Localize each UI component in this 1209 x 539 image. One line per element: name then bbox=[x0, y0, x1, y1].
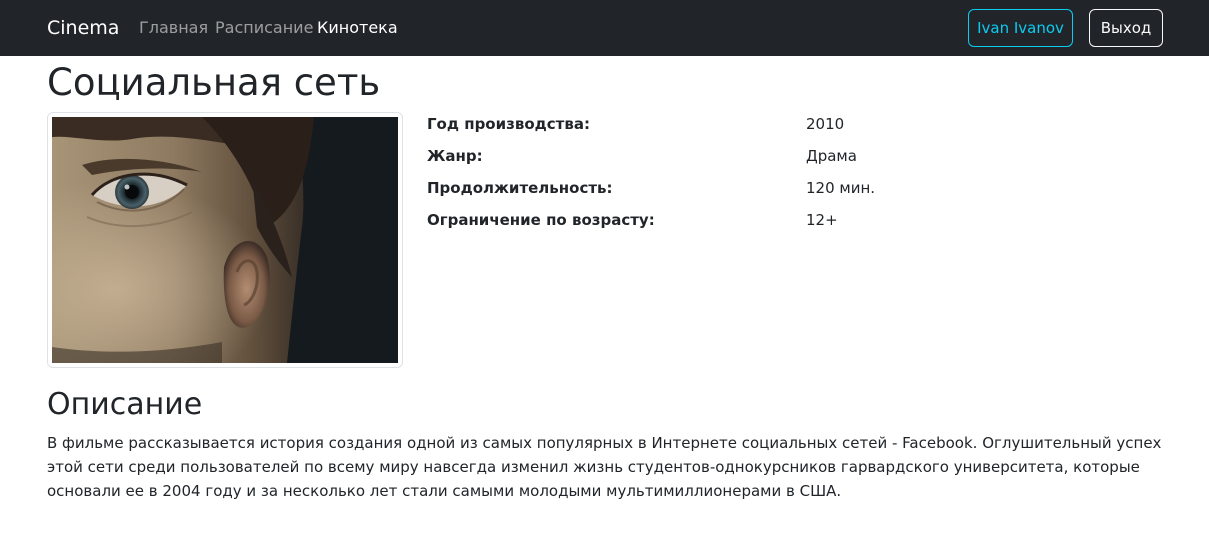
age-rating-label: Ограничение по возрасту: bbox=[427, 211, 655, 229]
description-text: В фильме рассказывается история создания… bbox=[47, 434, 1162, 500]
year-label: Год производства: bbox=[427, 115, 590, 133]
navbar: Cinema Главная Расписание Кинотека Ivan … bbox=[0, 0, 1209, 56]
genre-label: Жанр: bbox=[427, 147, 483, 165]
description-heading: Описание bbox=[47, 387, 203, 422]
age-rating-value: 12+ bbox=[806, 211, 838, 229]
user-profile-button[interactable]: Ivan Ivanov bbox=[968, 9, 1073, 47]
movie-poster-frame bbox=[47, 112, 403, 368]
year-value: 2010 bbox=[806, 115, 845, 133]
movie-poster-image bbox=[52, 117, 398, 363]
movie-title: Социальная сеть bbox=[47, 61, 381, 104]
genre-value: Драма bbox=[806, 147, 857, 165]
logout-button[interactable]: Выход bbox=[1089, 9, 1163, 47]
nav-link-home[interactable]: Главная bbox=[139, 18, 208, 38]
duration-label: Продолжительность: bbox=[427, 179, 613, 197]
nav-link-films[interactable]: Кинотека bbox=[317, 18, 398, 38]
brand-link[interactable]: Cinema bbox=[47, 16, 119, 40]
nav-link-schedule[interactable]: Расписание bbox=[215, 18, 313, 38]
duration-value: 120 мин. bbox=[806, 179, 876, 197]
